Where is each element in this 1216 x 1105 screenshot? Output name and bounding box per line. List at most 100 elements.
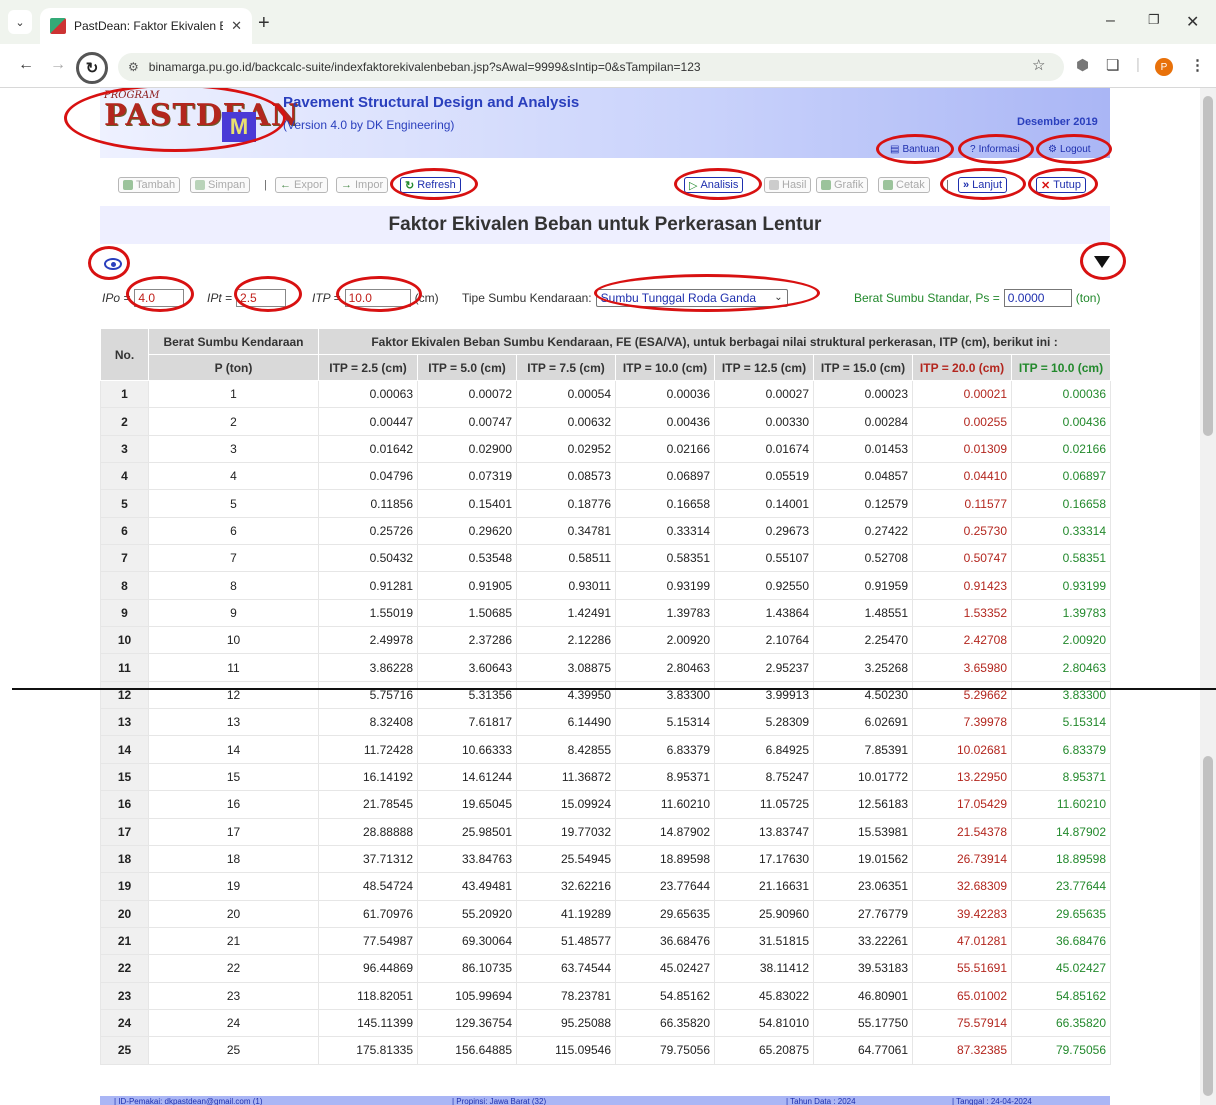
col-itp-header: ITP = 5.0 (cm) — [417, 354, 517, 381]
fe-value-cell: 10.01772 — [813, 762, 913, 792]
bookmark-star-icon[interactable]: ☆ — [1032, 56, 1045, 74]
table-row: 11 11 3.86228 3.60643 3.08875 2.80463 2.95237 3… — [100, 653, 1112, 682]
fe-value-cell: 0.00054 — [516, 379, 616, 409]
forward-icon[interactable]: → — [50, 56, 66, 74]
fe-value-cell: 0.52708 — [813, 544, 913, 573]
import-button[interactable]: → Impor — [336, 177, 389, 193]
fe-value-cell: 5.28309 — [714, 708, 814, 737]
extensions-puzzle-icon[interactable]: ❏ — [1106, 56, 1119, 74]
minimize-icon[interactable]: – — [1106, 12, 1115, 30]
back-icon[interactable]: ← — [18, 56, 34, 74]
row-number-cell: 21 — [100, 926, 149, 956]
fe-value-cell: 8.32408 — [318, 708, 418, 737]
site-info-icon[interactable]: ⚙ — [128, 60, 139, 74]
fe-value-cell: 5.31356 — [417, 680, 517, 710]
save-button[interactable]: Simpan — [190, 177, 251, 193]
fe-value-cell: 39.53183 — [813, 954, 913, 983]
annotation-ring-info — [958, 134, 1034, 164]
annotation-ring-refresh — [390, 168, 478, 200]
footer-user: | ID-Pemakai: dkpastdean@gmail.com (1) — [114, 1097, 263, 1105]
fe-value-cell: 0.27422 — [813, 516, 913, 546]
axle-weight-cell: 18 — [148, 844, 319, 874]
table-row: 3 3 0.01642 0.02900 0.02952 0.02166 0.01674 0.0… — [100, 434, 1112, 464]
browser-tab-bar: ⌄ PastDean: Faktor Ekivalen Beban ✕ + – … — [0, 0, 1216, 44]
row-number-cell: 25 — [100, 1036, 149, 1065]
footer-year: | Tahun Data : 2024 — [786, 1097, 856, 1105]
page-scrollbar[interactable] — [1200, 88, 1216, 1105]
fe-value-cell: 0.16658 — [615, 489, 715, 518]
window-close-icon[interactable]: ✕ — [1186, 12, 1199, 32]
axle-weight-cell: 13 — [148, 708, 319, 737]
restore-icon[interactable]: ❐ — [1148, 12, 1160, 28]
fe-value-cell: 65.01002 — [912, 981, 1012, 1010]
fe-value-cell: 0.00023 — [813, 379, 913, 409]
fe-value-cell: 55.20920 — [417, 899, 517, 928]
fe-value-cell: 0.04857 — [813, 462, 913, 491]
fe-value-cell: 0.18776 — [516, 489, 616, 518]
fe-value-cell: 66.35820 — [1010, 1008, 1112, 1038]
add-button[interactable]: Tambah — [118, 177, 181, 193]
fe-value-cell: 2.80463 — [1010, 653, 1112, 682]
fe-value-cell: 2.37286 — [417, 626, 517, 655]
row-number-cell: 6 — [100, 516, 149, 546]
print-icon — [883, 180, 893, 190]
fe-value-cell: 33.22261 — [813, 926, 913, 956]
axle-weight-cell: 9 — [148, 598, 319, 628]
reload-icon[interactable]: ↻ — [76, 52, 108, 84]
table-row: 16 16 21.78545 19.65045 15.09924 11.60210 11.0… — [100, 790, 1112, 819]
fe-value-cell: 32.68309 — [912, 872, 1012, 901]
fe-value-cell: 0.93199 — [615, 571, 715, 600]
fe-value-cell: 0.00330 — [714, 407, 814, 436]
new-tab-icon[interactable]: + — [258, 12, 270, 35]
fe-value-cell: 65.20875 — [714, 1036, 814, 1065]
export-button[interactable]: ← Expor — [275, 177, 328, 193]
axle-weight-cell: 25 — [148, 1036, 319, 1065]
chart-label: Grafik — [834, 179, 864, 191]
fe-value-cell: 37.71312 — [318, 844, 418, 874]
table-row: 2 2 0.00447 0.00747 0.00632 0.00436 0.00330 0.0… — [100, 407, 1112, 436]
browser-tab[interactable]: PastDean: Faktor Ekivalen Beban ✕ — [40, 8, 252, 44]
fe-value-cell: 51.48577 — [516, 926, 616, 956]
fe-value-cell: 96.44869 — [318, 954, 418, 983]
annotation-ring-next — [940, 168, 1026, 200]
browser-menu-icon[interactable]: ⋮ — [1190, 56, 1205, 74]
tab-close-icon[interactable]: ✕ — [231, 18, 242, 34]
table-row: 22 22 96.44869 86.10735 63.74544 45.02427 38.1… — [100, 954, 1112, 983]
fe-value-cell: 2.42708 — [912, 626, 1012, 655]
axle-type-label: Tipe Sumbu Kendaraan: — [462, 291, 592, 305]
result-button[interactable]: Hasil — [764, 177, 812, 193]
table-row: 6 6 0.25726 0.29620 0.34781 0.33314 0.29673 0.2… — [100, 516, 1112, 546]
col-weight-unit-header: P (ton) — [148, 354, 319, 381]
fe-value-cell: 3.83300 — [1010, 680, 1112, 710]
fe-value-cell: 15.09924 — [516, 790, 616, 819]
table-row: 18 18 37.71312 33.84763 25.54945 18.89598 17.1… — [100, 844, 1112, 874]
fe-value-cell: 25.90960 — [714, 899, 814, 928]
fe-value-cell: 0.02166 — [615, 434, 715, 464]
fe-value-cell: 8.95371 — [615, 762, 715, 792]
annotation-ring-analysis — [674, 168, 762, 200]
fe-value-cell: 5.75716 — [318, 680, 418, 710]
axle-weight-cell: 14 — [148, 735, 319, 764]
fe-value-cell: 0.55107 — [714, 544, 814, 573]
tab-search-icon[interactable]: ⌄ — [8, 10, 32, 34]
profile-avatar[interactable]: P — [1155, 58, 1173, 76]
fe-value-cell: 25.54945 — [516, 844, 616, 874]
axle-weight-cell: 1 — [148, 379, 319, 409]
fe-value-cell: 0.58351 — [615, 544, 715, 573]
fe-value-cell: 63.74544 — [516, 954, 616, 983]
scrollbar-thumb-lower[interactable] — [1203, 756, 1213, 1096]
app-title: Pavement Structural Design and Analysis — [283, 94, 580, 111]
col-itp-header: ITP = 7.5 (cm) — [516, 354, 616, 381]
row-number-cell: 19 — [100, 872, 149, 901]
address-bar[interactable]: ⚙ binamarga.pu.go.id/backcalc-suite/inde… — [118, 53, 1064, 81]
print-button[interactable]: Cetak — [878, 177, 930, 193]
fe-value-cell: 4.50230 — [813, 680, 913, 710]
fe-value-cell: 31.51815 — [714, 926, 814, 956]
fe-value-cell: 0.02952 — [516, 434, 616, 464]
extension-shield-icon[interactable]: ⬢ — [1076, 56, 1089, 74]
chart-button[interactable]: Grafik — [816, 177, 869, 193]
fe-value-cell: 0.16658 — [1010, 489, 1112, 518]
scrollbar-thumb[interactable] — [1203, 96, 1213, 436]
ps-input[interactable]: 0.0000 — [1003, 289, 1072, 307]
axle-weight-cell: 17 — [148, 817, 319, 846]
